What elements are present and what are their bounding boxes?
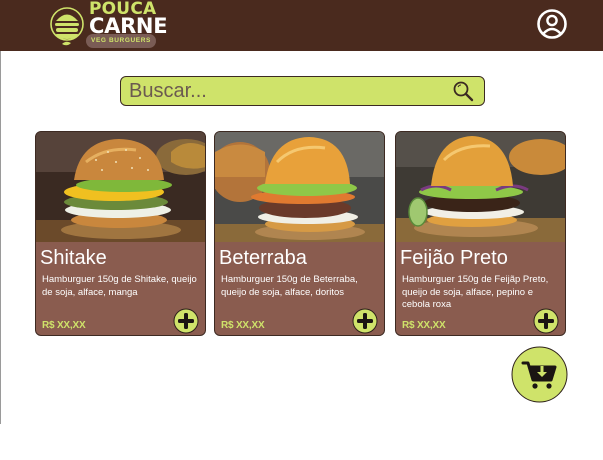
burger-logo-icon [50, 7, 84, 46]
add-to-cart-plus-icon[interactable] [173, 308, 199, 334]
header-bar: POUCA CARNE VEG BURGUERS [0, 0, 603, 51]
shopping-cart-button[interactable] [511, 346, 568, 403]
product-card-beterraba[interactable]: Beterraba Hamburguer 150g de Beterraba, … [214, 131, 385, 336]
burger-photo-feijao-preto [396, 132, 565, 242]
product-card-shitake[interactable]: Shitake Hamburguer 150g de Shitake, quei… [35, 131, 206, 336]
product-card-feijao-preto[interactable]: Feijão Preto Hamburguer 150g de Feijãp P… [395, 131, 566, 336]
brand-name: POUCA CARNE [89, 1, 169, 37]
search-bar [120, 76, 485, 106]
brand-tagline: VEG BURGUERS [86, 34, 156, 48]
product-name: Feijão Preto [400, 247, 508, 269]
search-input[interactable] [129, 79, 444, 103]
product-price: R$ XX,XX [42, 320, 86, 331]
product-price: R$ XX,XX [402, 320, 446, 331]
user-profile-icon[interactable] [536, 8, 568, 40]
product-description: Hamburguer 150g de Shitake, queijo de so… [42, 274, 197, 298]
burger-photo-shitake [36, 132, 205, 242]
product-description: Hamburguer 150g de Beterraba, queijo de … [221, 274, 358, 298]
add-to-cart-plus-icon[interactable] [533, 308, 559, 334]
search-icon[interactable] [452, 80, 474, 102]
add-to-cart-plus-icon[interactable] [352, 308, 378, 334]
product-name: Shitake [40, 247, 107, 269]
product-price: R$ XX,XX [221, 320, 265, 331]
burger-photo-beterraba [215, 132, 384, 242]
product-description: Hamburguer 150g de Feijãp Preto, queijo … [402, 274, 549, 310]
product-name: Beterraba [219, 247, 307, 269]
